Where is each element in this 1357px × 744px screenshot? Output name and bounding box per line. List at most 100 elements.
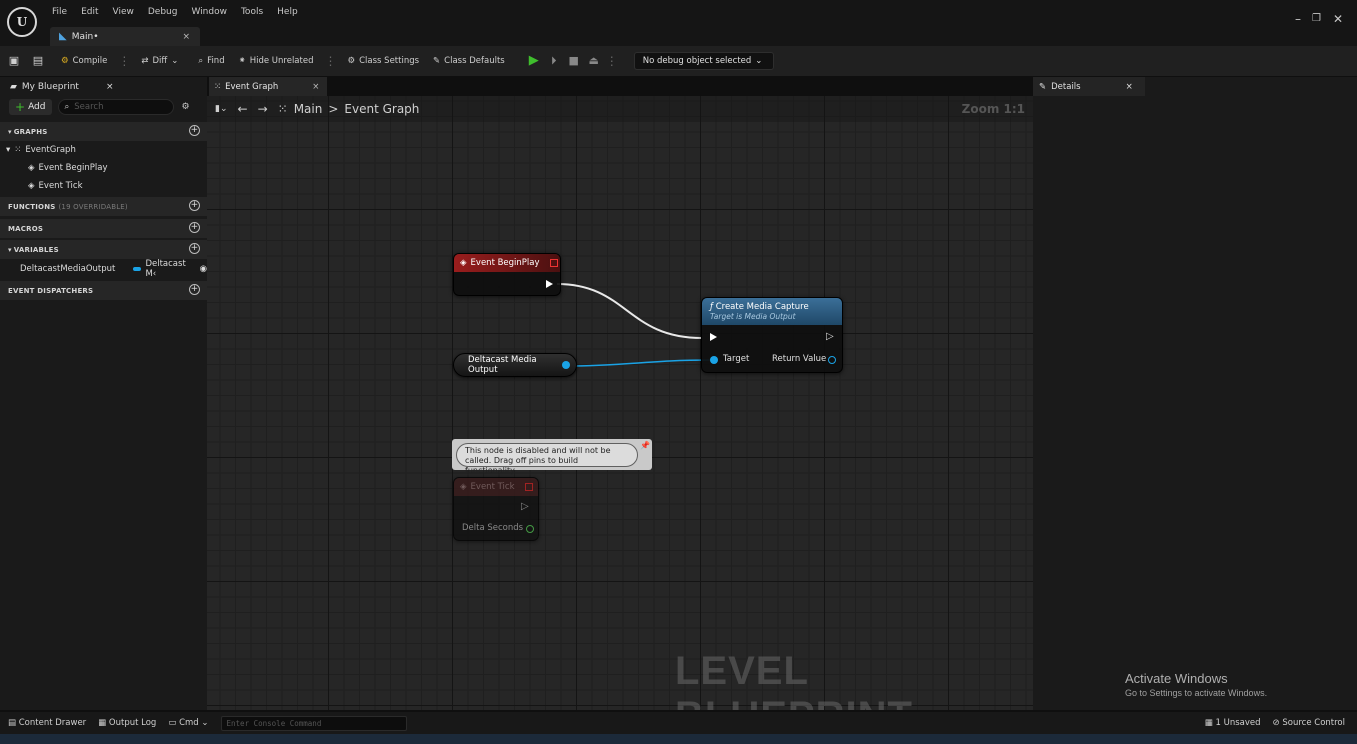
delegate-pin-icon[interactable] — [549, 259, 558, 267]
pin-icon[interactable]: 📌 — [640, 441, 650, 450]
tab-details[interactable]: ✎ Details × — [1033, 77, 1145, 96]
tree-item-event-tick[interactable]: ◈ Event Tick — [0, 177, 207, 195]
section-event-dispatchers[interactable]: EVENT DISPATCHERS + — [0, 281, 207, 300]
add-dispatcher-icon[interactable]: + — [189, 284, 200, 295]
tree-item-event-beginplay[interactable]: ◈ Event BeginPlay — [0, 159, 207, 177]
restore-icon[interactable]: ❐ — [1312, 13, 1321, 24]
menu-window[interactable]: Window — [184, 7, 234, 17]
exec-out-pin[interactable] — [546, 280, 553, 288]
variable-type[interactable]: Deltacast M‹ — [145, 259, 193, 279]
add-macro-icon[interactable]: + — [189, 222, 200, 233]
add-function-icon[interactable]: + — [189, 200, 200, 211]
back-arrow-icon[interactable]: ← — [238, 102, 248, 116]
menu-file[interactable]: File — [45, 7, 74, 17]
bookmark-icon[interactable]: ▮⌄ — [215, 104, 228, 114]
output-log-label: Output Log — [108, 718, 157, 728]
graph-canvas[interactable]: ◈ Event BeginPlay ƒ Create Media Capture… — [207, 96, 1033, 710]
exec-out-pin-icon: ▷ — [826, 331, 834, 342]
play-options-icon[interactable]: ⋮ — [604, 54, 620, 68]
stop-icon[interactable]: ■ — [568, 55, 580, 67]
tab-my-blueprint[interactable]: ▰ My Blueprint × — [0, 77, 130, 96]
section-variables[interactable]: ▾ VARIABLES + — [0, 240, 207, 259]
compile-options-icon[interactable]: ⋮ — [116, 54, 132, 68]
close-icon[interactable]: × — [106, 82, 114, 92]
section-macros[interactable]: MACROS + — [0, 219, 207, 238]
play-icon[interactable]: ▶ — [528, 54, 540, 67]
compile-button[interactable]: ⚙ Compile — [56, 54, 112, 68]
close-window-icon[interactable]: ✕ — [1333, 12, 1343, 26]
hide-unrelated-button[interactable]: ⁕ Hide Unrelated — [234, 54, 319, 68]
variable-out-pin[interactable] — [562, 361, 570, 369]
gear-icon[interactable]: ⚙ — [182, 102, 190, 112]
exec-out-pin-icon[interactable]: ▷ — [521, 501, 529, 512]
target-pin[interactable] — [710, 356, 718, 364]
add-button[interactable]: + Add — [9, 99, 52, 115]
event-icon: ◈ — [28, 181, 35, 191]
section-graphs-label: GRAPHS — [13, 127, 48, 136]
source-control-button[interactable]: ⊘ Source Control — [1273, 718, 1345, 728]
node-event-tick[interactable]: ◈ Event Tick ▷ Delta Seconds — [453, 477, 539, 541]
class-settings-button[interactable]: ⚙ Class Settings — [342, 54, 424, 68]
step-icon[interactable]: ⏵ — [548, 55, 560, 67]
node-event-beginplay[interactable]: ◈ Event BeginPlay — [453, 253, 561, 296]
output-log-button[interactable]: ▦ Output Log — [98, 718, 156, 728]
menu-debug[interactable]: Debug — [141, 7, 185, 17]
search-placeholder: Search — [74, 102, 104, 112]
forward-arrow-icon[interactable]: → — [258, 102, 268, 116]
tab-main[interactable]: ◣ Main• × — [50, 27, 200, 46]
close-icon[interactable]: × — [312, 82, 319, 92]
add-variable-icon[interactable]: + — [189, 243, 200, 254]
section-functions[interactable]: FUNCTIONS (19 OVERRIDABLE) + — [0, 197, 207, 216]
find-button[interactable]: ⌕ Find — [193, 54, 229, 68]
save-icon[interactable]: ▣ — [8, 55, 20, 67]
add-graph-icon[interactable]: + — [189, 125, 200, 136]
close-icon[interactable]: × — [1126, 82, 1133, 92]
unsaved-button[interactable]: ▦ 1 Unsaved — [1205, 718, 1261, 728]
return-value-pin[interactable] — [828, 356, 836, 364]
functions-count: (19 OVERRIDABLE) — [58, 202, 128, 211]
exec-in-pin[interactable] — [710, 333, 717, 341]
content-drawer-button[interactable]: ▤ Content Drawer — [8, 718, 86, 728]
breadcrumb-root[interactable]: Main — [294, 102, 323, 116]
delegate-pin-icon[interactable] — [524, 483, 533, 491]
tab-my-blueprint-label: My Blueprint — [21, 81, 79, 92]
delta-seconds-pin[interactable] — [526, 525, 534, 533]
disabled-comment-box[interactable]: This node is disabled and will not be ca… — [452, 439, 652, 475]
collapse-icon: ▾ — [8, 127, 12, 136]
menu-help[interactable]: Help — [270, 7, 305, 17]
save-icon: ▦ — [1204, 718, 1213, 728]
graph-icon: ⁙ — [214, 81, 222, 92]
tab-event-graph[interactable]: ⁙ Event Graph × — [209, 77, 327, 96]
debug-object-select[interactable]: No debug object selected ⌄ — [633, 52, 774, 70]
menu-edit[interactable]: Edit — [74, 7, 105, 17]
browse-icon[interactable]: ▤ — [32, 55, 44, 67]
node-title: Deltacast Media Output — [468, 355, 537, 375]
hide-options-icon[interactable]: ⋮ — [322, 54, 338, 68]
level-blueprint-watermark: LEVEL BLUEPRINT — [675, 649, 912, 710]
menu-tools[interactable]: Tools — [234, 7, 270, 17]
node-create-media-capture[interactable]: ƒ Create Media Capture Target is Media O… — [701, 297, 843, 373]
eject-icon[interactable]: ⏏ — [588, 55, 600, 67]
section-graphs[interactable]: ▾ GRAPHS + — [0, 122, 207, 141]
search-input[interactable]: ⌕ Search — [57, 99, 174, 115]
graph-icon: ⁙ — [14, 145, 22, 155]
target-pin-label: Target — [723, 354, 750, 364]
eventgraph-label: EventGraph — [25, 145, 76, 155]
visibility-eye-icon[interactable]: ◉ — [200, 264, 207, 274]
diff-button[interactable]: ⇄ Diff ⌄ — [136, 54, 183, 68]
section-dispatchers-label: EVENT DISPATCHERS — [8, 286, 94, 295]
unreal-logo-icon[interactable]: U — [7, 7, 37, 37]
menu-view[interactable]: View — [106, 7, 141, 17]
graph-header: ▮⌄ ← → ⁙ Main > Event Graph Zoom 1:1 — [207, 96, 1033, 122]
close-icon[interactable]: × — [182, 32, 190, 42]
class-defaults-button[interactable]: ✎ Class Defaults — [428, 54, 510, 68]
node-deltacast-media-output[interactable]: Deltacast Media Output — [453, 353, 577, 377]
section-functions-label: FUNCTIONS — [8, 202, 56, 211]
tree-item-eventgraph[interactable]: ▾ ⁙ EventGraph — [0, 141, 207, 159]
cmd-dropdown[interactable]: ▭ Cmd ⌄ — [168, 718, 208, 728]
source-control-label: Source Control — [1282, 718, 1345, 728]
minimize-icon[interactable]: – — [1295, 12, 1301, 26]
variable-type-icon — [133, 267, 142, 271]
variable-row[interactable]: DeltacastMediaOutput Deltacast M‹ ◉ — [0, 259, 207, 279]
console-command-input[interactable]: Enter Console Command — [220, 715, 407, 731]
